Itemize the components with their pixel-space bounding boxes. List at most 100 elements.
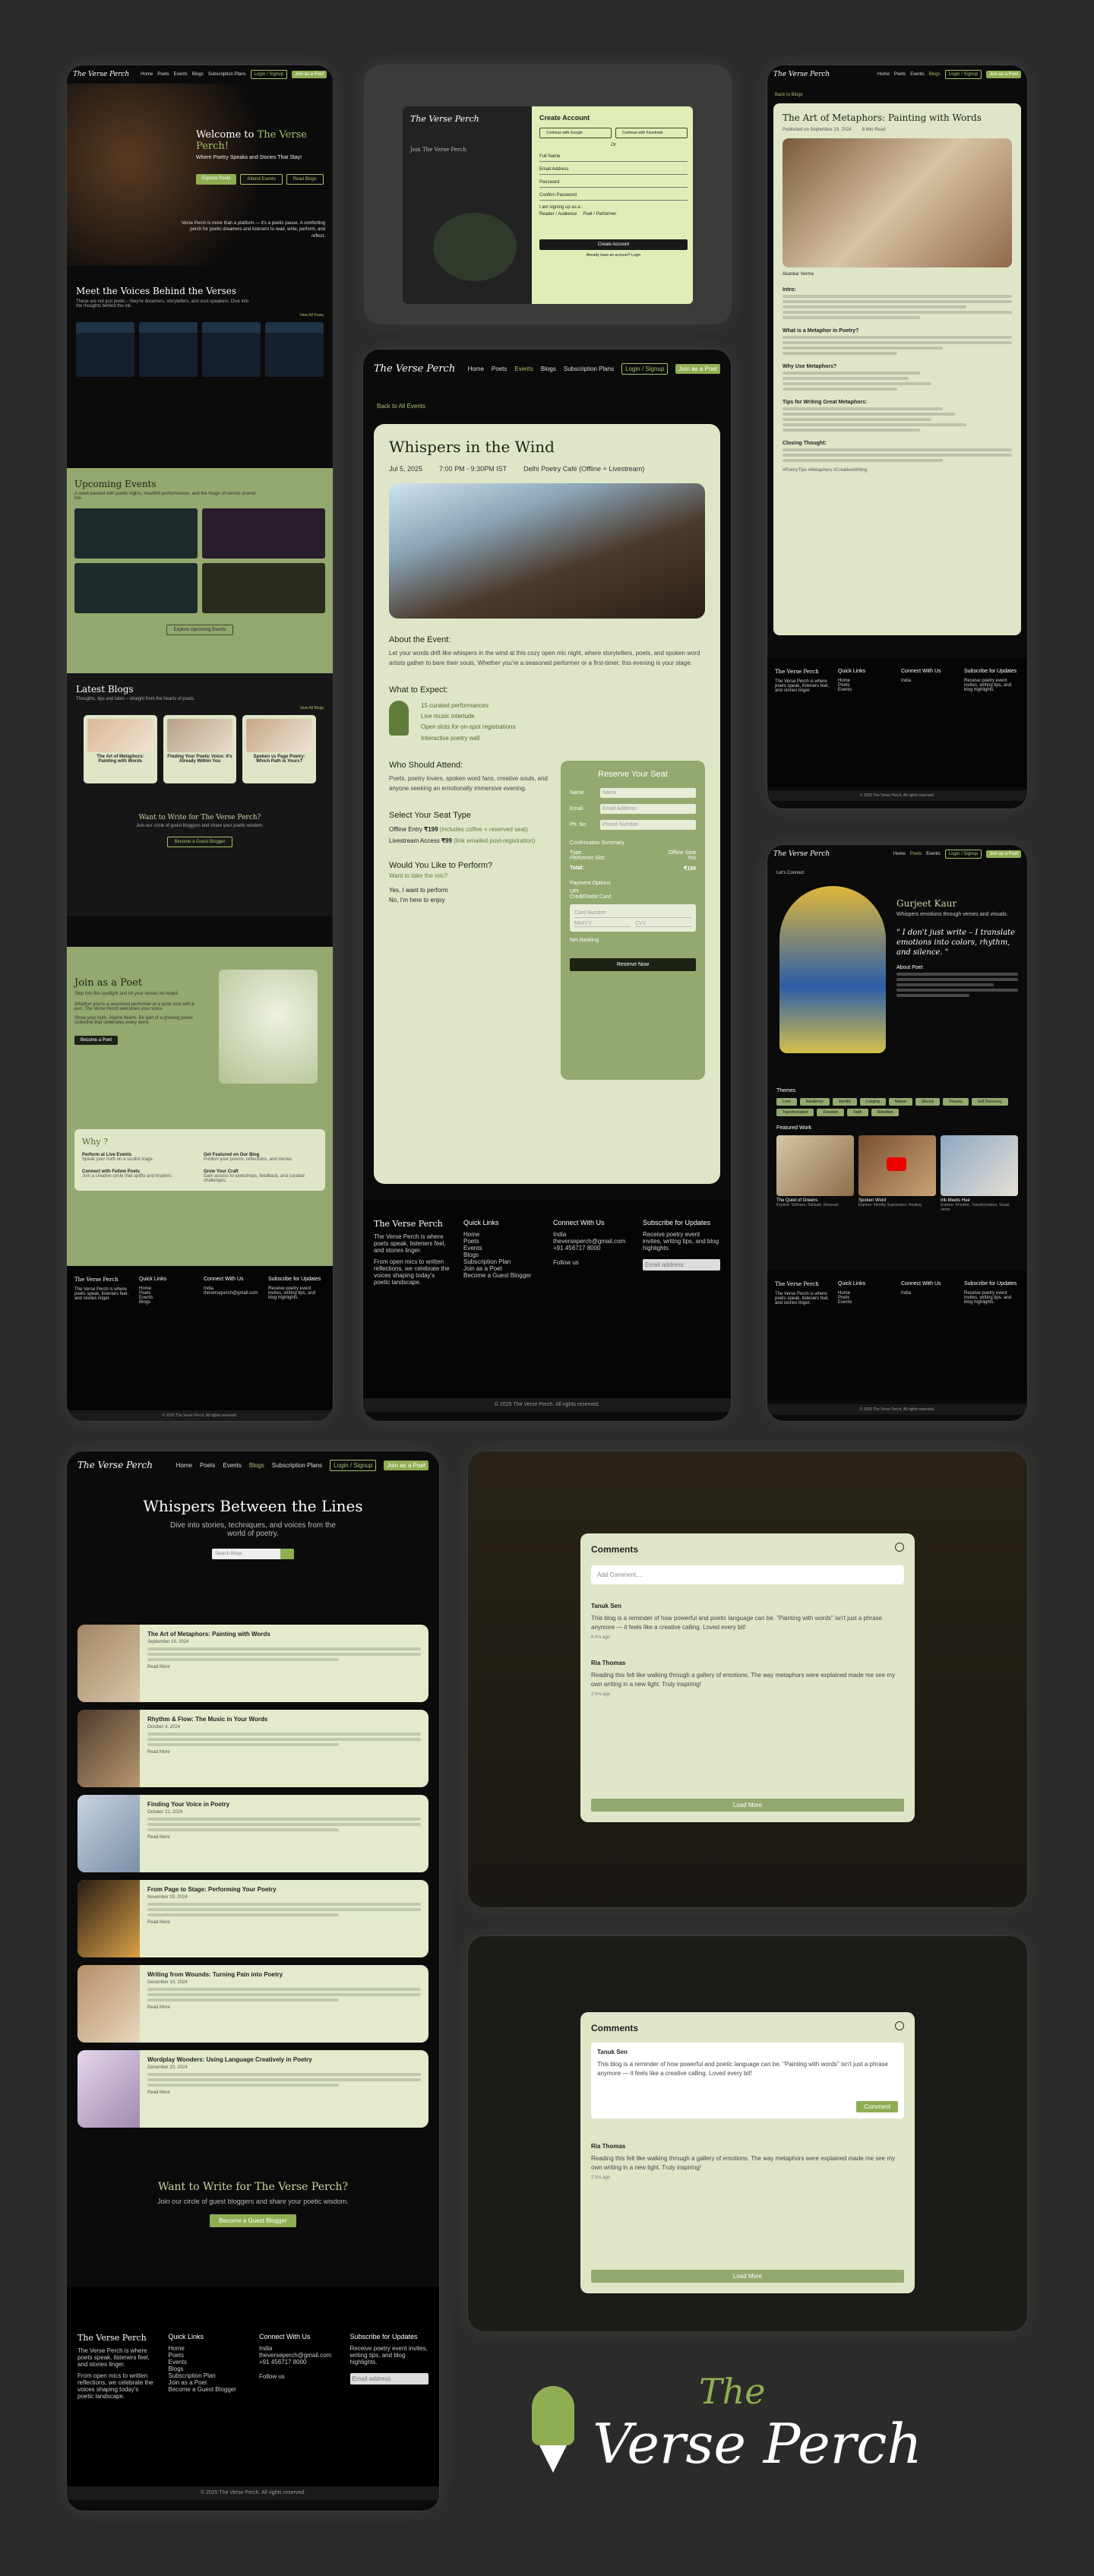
theme-chip[interactable]: Love	[776, 1098, 797, 1106]
google-button[interactable]: Continue with Google	[539, 128, 612, 138]
work-card[interactable]: Spoken Word Explore: Identity, Expression…	[858, 1135, 936, 1212]
theme-chip[interactable]: Longing	[860, 1098, 886, 1106]
explore-poets-button[interactable]: Explore Poets	[196, 174, 237, 185]
explore-events-button[interactable]: Explore Upcoming Events	[166, 625, 233, 635]
nav-poets[interactable]: Poets	[492, 366, 507, 372]
poet-card[interactable]	[139, 322, 198, 377]
theme-chip[interactable]: Nature	[888, 1098, 912, 1106]
blog-list-item[interactable]: Writing from Wounds: Turning Pain into P…	[77, 1965, 428, 2043]
pay-card-radio[interactable]: Credit/Debit Card	[570, 894, 696, 900]
nav-poets[interactable]: Poets	[200, 1462, 215, 1469]
blog-list-item[interactable]: Finding Your Voice in Poetry October 21, …	[77, 1795, 428, 1872]
comment-editor[interactable]: Tanuk Sen This blog is a reminder of how…	[591, 2043, 904, 2119]
theme-chip[interactable]: Transformation	[776, 1109, 814, 1116]
view-all-poets-link[interactable]: View All Poets	[76, 313, 324, 318]
nav-events[interactable]: Events	[174, 72, 188, 77]
nav-events[interactable]: Events	[514, 366, 533, 372]
blog-list-item[interactable]: From Page to Stage: Performing Your Poet…	[77, 1880, 428, 1957]
blog-list-item[interactable]: Wordplay Wonders: Using Language Creativ…	[77, 2050, 428, 2128]
become-poet-button[interactable]: Become a Poet	[74, 1036, 119, 1045]
nav-poets[interactable]: Poets	[894, 72, 906, 77]
guest-blogger-button[interactable]: Become a Guest Blogger	[210, 2214, 296, 2227]
nav-events[interactable]: Events	[910, 72, 924, 77]
pay-netbanking-radio[interactable]: Net Banking	[570, 938, 696, 943]
blog-card[interactable]: Finding Your Poetic Voice: It's Already …	[163, 715, 237, 783]
close-icon[interactable]	[895, 2021, 904, 2030]
nav-poets[interactable]: Poets	[910, 852, 922, 856]
site-logo[interactable]: The Verse Perch	[773, 71, 830, 78]
phone-input[interactable]: Phone Number	[600, 820, 696, 831]
blog-list-item[interactable]: The Art of Metaphors: Painting with Word…	[77, 1625, 428, 1702]
view-all-blogs-link[interactable]: View All Blogs	[76, 706, 324, 710]
theme-chip[interactable]: Self Discovery	[971, 1098, 1008, 1106]
blog-card[interactable]: Spoken vs Page Poetry: Which Path is You…	[242, 715, 317, 783]
play-icon[interactable]	[886, 1157, 906, 1171]
site-logo[interactable]: The Verse Perch	[374, 363, 455, 375]
nav-home[interactable]: Home	[877, 72, 890, 77]
site-logo[interactable]: The Verse Perch	[73, 71, 129, 78]
read-more-link[interactable]: Read More	[147, 1665, 421, 1669]
theme-chip[interactable]: Freedom	[817, 1109, 845, 1116]
role-reader-radio[interactable]: Reader / Audience	[539, 212, 577, 217]
nav-subscriptions[interactable]: Subscription Plans	[272, 1462, 322, 1469]
join-button[interactable]: Join as a Poet	[985, 850, 1021, 858]
search-icon[interactable]	[280, 1549, 294, 1559]
back-to-events-link[interactable]: Back to All Events	[377, 403, 425, 410]
create-account-button[interactable]: Create Account	[539, 239, 688, 250]
read-more-link[interactable]: Read More	[147, 1835, 421, 1840]
theme-chip[interactable]: Resilience	[799, 1098, 830, 1106]
pay-upi-radio[interactable]: UPI	[570, 889, 696, 894]
nav-home[interactable]: Home	[468, 366, 484, 372]
login-button[interactable]: Login / Signup	[250, 70, 287, 79]
name-input[interactable]: Name	[600, 788, 696, 799]
blog-card[interactable]: The Art of Metaphors: Painting with Word…	[84, 715, 157, 783]
nav-home[interactable]: Home	[176, 1462, 192, 1469]
login-link[interactable]: Already have an account? Login	[539, 253, 688, 258]
facebook-button[interactable]: Continue with Facebook	[615, 128, 688, 138]
nav-events[interactable]: Events	[223, 1462, 241, 1469]
expiry-input[interactable]: MM/YY	[574, 921, 631, 928]
join-button[interactable]: Join as a Poet	[675, 363, 720, 374]
confirm-password-field[interactable]: Confirm Password	[539, 191, 688, 201]
read-more-link[interactable]: Read More	[147, 1920, 421, 1925]
poet-card[interactable]	[76, 322, 134, 377]
theme-chip[interactable]: Dreams	[943, 1098, 969, 1106]
login-button[interactable]: Login / Signup	[944, 70, 982, 79]
subscribe-input[interactable]: Email address	[349, 2373, 428, 2385]
login-button[interactable]: Login / Signup	[621, 362, 669, 375]
email-input[interactable]: Email Address	[600, 804, 696, 815]
seat-livestream-option[interactable]: Livestream Access ₹99 (link emailed post…	[389, 837, 549, 844]
cvv-input[interactable]: CVV	[635, 921, 691, 928]
email-field[interactable]: Email Address	[539, 165, 688, 175]
password-field[interactable]: Password	[539, 178, 688, 188]
join-button[interactable]: Join as a Poet	[985, 71, 1021, 78]
perform-yes-checkbox[interactable]: Yes, I want to perform	[389, 887, 549, 894]
login-button[interactable]: Login / Signup	[944, 850, 982, 859]
login-button[interactable]: Login / Signup	[330, 1459, 377, 1471]
nav-blogs[interactable]: Blogs	[929, 72, 941, 77]
add-comment-input[interactable]: Add Comment....	[591, 1565, 904, 1584]
site-logo[interactable]: The Verse Perch	[773, 850, 830, 858]
role-poet-radio[interactable]: Poet / Performer	[583, 212, 616, 217]
poet-card[interactable]	[265, 322, 324, 377]
theme-chip[interactable]: Faith	[847, 1109, 868, 1116]
read-blogs-button[interactable]: Read Blogs	[286, 174, 324, 185]
perform-no-checkbox[interactable]: No, I'm here to enjoy	[389, 897, 549, 903]
join-button[interactable]: Join as a Poet	[384, 1460, 428, 1470]
work-card[interactable]: Ink Meets Hue Explore: Emotion, Transform…	[941, 1135, 1018, 1212]
comment-submit-button[interactable]: Comment	[856, 2101, 898, 2112]
poet-card[interactable]	[202, 322, 261, 377]
load-more-button[interactable]: Load More	[591, 2270, 904, 2283]
load-more-button[interactable]: Load More	[591, 1799, 904, 1812]
nav-poets[interactable]: Poets	[157, 72, 169, 77]
site-logo[interactable]: The Verse Perch	[77, 1460, 153, 1470]
nav-subscriptions[interactable]: Subscription Plans	[208, 72, 246, 77]
nav-blogs[interactable]: Blogs	[249, 1462, 264, 1469]
attend-events-button[interactable]: Attend Events	[240, 174, 283, 185]
read-more-link[interactable]: Read More	[147, 2005, 421, 2010]
seat-offline-option[interactable]: Offline Entry ₹199 (includes coffee + re…	[389, 826, 549, 833]
blog-list-item[interactable]: Rhythm & Flow: The Music in Your Words Oc…	[77, 1710, 428, 1787]
back-to-blogs-link[interactable]: Back to Blogs	[775, 93, 803, 97]
read-more-link[interactable]: Read More	[147, 1750, 421, 1755]
theme-chip[interactable]: Identity	[832, 1098, 858, 1106]
